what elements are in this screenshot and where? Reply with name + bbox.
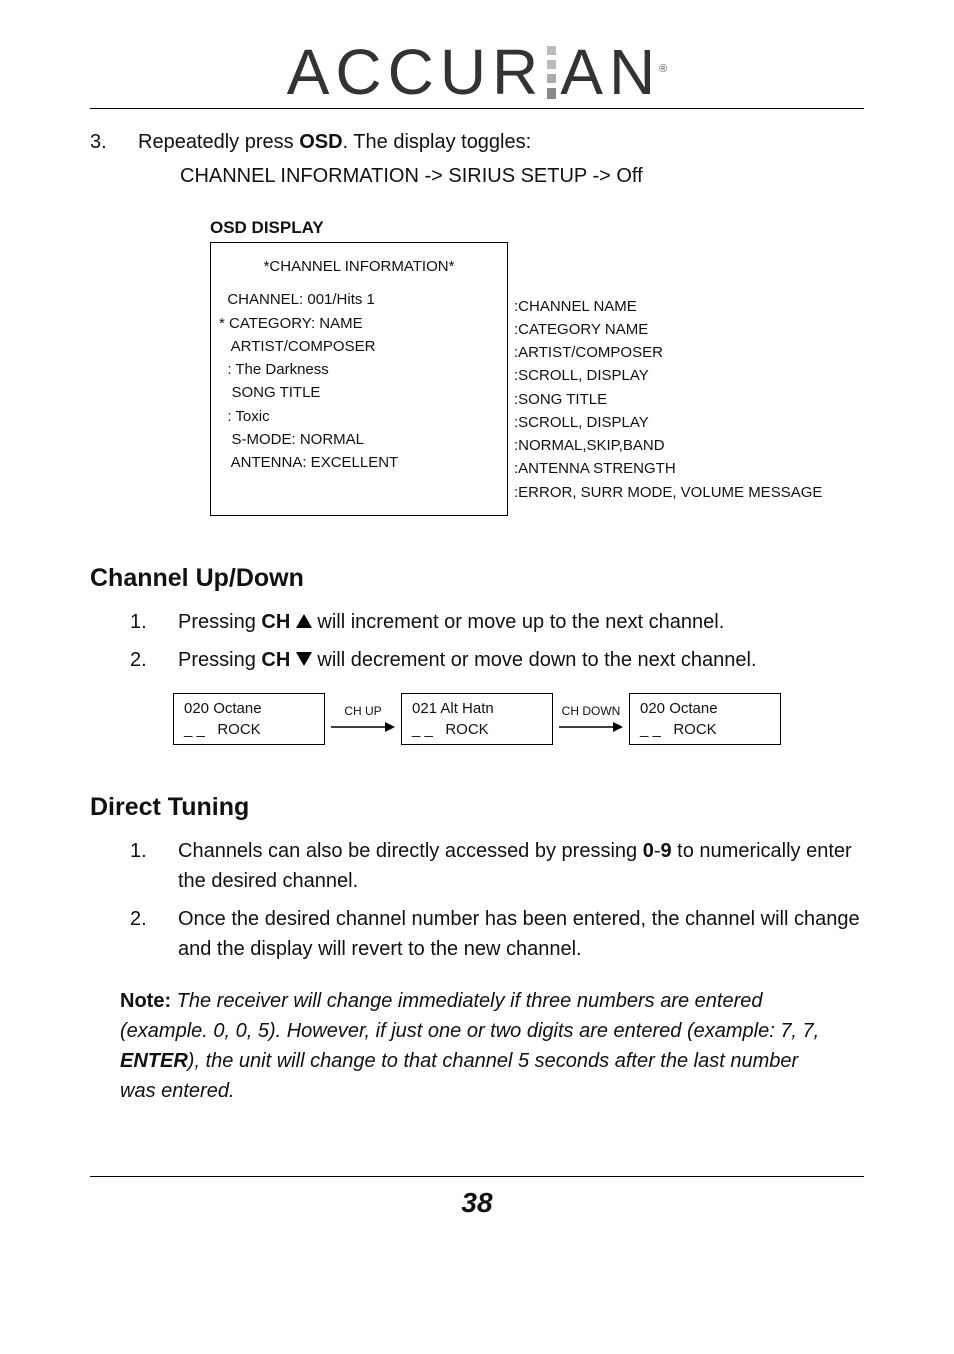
step-subtext: CHANNEL INFORMATION -> SIRIUS SETUP -> O… <box>180 165 864 188</box>
osd-title: OSD DISPLAY <box>210 218 864 238</box>
step-text: Pressing CH will increment or move up to… <box>178 607 864 637</box>
step-text: Pressing CH will decrement or move down … <box>178 645 864 675</box>
text-run: Pressing <box>178 611 261 633</box>
osd-screen-box: *CHANNEL INFORMATION* CHANNEL: 001/Hits … <box>210 242 508 516</box>
flow-line: 020 Octane <box>640 698 770 719</box>
flow-label-text: CH UP <box>331 704 395 718</box>
osd-line: CHANNEL: 001/Hits 1 <box>219 288 499 311</box>
note-label: Note: <box>120 990 171 1012</box>
registered-mark-icon: ® <box>659 63 667 75</box>
flow-box-1: 020 Octane _ _ ROCK <box>173 693 325 745</box>
list-item: 1. Pressing CH will increment or move up… <box>130 607 864 637</box>
list-item: 2. Pressing CH will decrement or move do… <box>130 645 864 675</box>
page-footer: 38 <box>90 1176 864 1219</box>
flow-label-text: CH DOWN <box>559 704 623 718</box>
osd-explain-line: :SCROLL, DISPLAY <box>514 364 822 387</box>
note-text: ), the unit will change to that channel … <box>120 1050 798 1102</box>
step-text: Channels can also be directly accessed b… <box>178 836 864 896</box>
note-text: The receiver will change immediately if … <box>120 990 819 1042</box>
flow-line: _ _ ROCK <box>640 719 770 740</box>
ch-keyword: CH <box>261 611 290 633</box>
key-0: 0 <box>643 840 654 862</box>
ch-keyword: CH <box>261 649 290 671</box>
list-item: 1. Channels can also be directly accesse… <box>130 836 864 896</box>
flow-label-down: CH DOWN <box>559 704 623 734</box>
logo-text-part1: ACCUR <box>287 36 545 108</box>
osd-explain-line: :ERROR, SURR MODE, VOLUME MESSAGE <box>514 481 822 504</box>
flow-box-3: 020 Octane _ _ ROCK <box>629 693 781 745</box>
flow-line: 020 Octane <box>184 698 314 719</box>
flow-label-up: CH UP <box>331 704 395 734</box>
key-9: 9 <box>661 840 672 862</box>
osd-line: * CATEGORY: NAME <box>219 312 499 335</box>
step-number: 2. <box>130 904 158 964</box>
osd-explain-line: :NORMAL,SKIP,BAND <box>514 434 822 457</box>
osd-explain-line: :CATEGORY NAME <box>514 318 822 341</box>
flow-box-2: 021 Alt Hatn _ _ ROCK <box>401 693 553 745</box>
osd-line: ARTIST/COMPOSER <box>219 335 499 358</box>
step-text: Repeatedly press OSD. The display toggle… <box>138 127 864 157</box>
triangle-down-icon <box>296 645 312 675</box>
osd-keyword: OSD <box>299 131 342 153</box>
osd-line: : Toxic <box>219 405 499 428</box>
brand-logo: ACCURAN® <box>287 40 668 104</box>
osd-line: ANTENNA: EXCELLENT <box>219 451 499 474</box>
arrow-right-icon <box>331 720 395 734</box>
osd-line: SONG TITLE <box>219 381 499 404</box>
page-number: 38 <box>90 1187 864 1219</box>
osd-line: : The Darkness <box>219 358 499 381</box>
brand-header: ACCURAN® <box>90 40 864 109</box>
text-run: will increment or move up to the next ch… <box>317 611 724 633</box>
step-text: Once the desired channel number has been… <box>178 904 864 964</box>
osd-explain-line: :ARTIST/COMPOSER <box>514 341 822 364</box>
osd-explain-line: :ANTENNA STRENGTH <box>514 457 822 480</box>
flow-line: 021 Alt Hatn <box>412 698 542 719</box>
list-item: 2. Once the desired channel number has b… <box>130 904 864 964</box>
footer-rule <box>90 1176 864 1177</box>
osd-explain-line: :SONG TITLE <box>514 388 822 411</box>
list-item: 3. Repeatedly press OSD. The display tog… <box>90 127 864 157</box>
text-run: Repeatedly press <box>138 131 299 153</box>
osd-line: S-MODE: NORMAL <box>219 428 499 451</box>
text-dash: - <box>654 840 661 862</box>
step-number: 1. <box>130 607 158 637</box>
enter-keyword: ENTER <box>120 1050 188 1072</box>
osd-explain-line: :CHANNEL NAME <box>514 295 822 318</box>
osd-screen-title: *CHANNEL INFORMATION* <box>219 255 499 278</box>
step-number: 2. <box>130 645 158 675</box>
text-run: Pressing <box>178 649 261 671</box>
section-heading-updown: Channel Up/Down <box>90 564 864 593</box>
logo-text-part2: AN <box>560 36 661 108</box>
arrow-right-icon <box>559 720 623 734</box>
step-number: 3. <box>90 127 118 157</box>
flow-line: _ _ ROCK <box>184 719 314 740</box>
step-number: 1. <box>130 836 158 896</box>
channel-flow-diagram: 020 Octane _ _ ROCK CH UP 021 Alt Hatn _… <box>90 693 864 745</box>
section-heading-direct: Direct Tuning <box>90 793 864 822</box>
note-paragraph: Note: The receiver will change immediate… <box>120 986 834 1106</box>
osd-display-block: OSD DISPLAY *CHANNEL INFORMATION* CHANNE… <box>210 218 864 516</box>
triangle-up-icon <box>296 607 312 637</box>
text-run: . The display toggles: <box>343 131 532 153</box>
osd-explain-col: x x :CHANNEL NAME :CATEGORY NAME :ARTIST… <box>508 242 822 516</box>
flow-line: _ _ ROCK <box>412 719 542 740</box>
text-run: will decrement or move down to the next … <box>317 649 756 671</box>
osd-explain-line: :SCROLL, DISPLAY <box>514 411 822 434</box>
text-run: Channels can also be directly accessed b… <box>178 840 643 862</box>
